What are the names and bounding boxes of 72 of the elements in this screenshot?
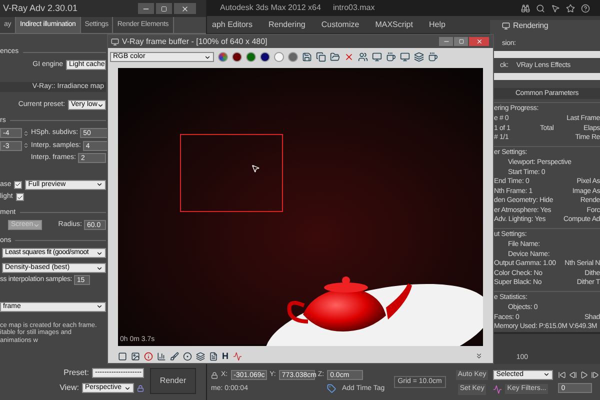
image-icon[interactable] (131, 352, 140, 360)
caret-icon (97, 102, 104, 109)
skip-back-icon[interactable] (558, 371, 566, 379)
monitor-icon[interactable] (372, 52, 382, 62)
menu-item[interactable]: MAXScript (375, 18, 413, 30)
window-icon (111, 38, 119, 46)
step-back-icon[interactable] (569, 371, 578, 379)
close-button[interactable] (469, 37, 489, 46)
file-name: intro03.max (332, 2, 375, 14)
pointer-icon[interactable] (551, 4, 560, 12)
checkbox[interactable] (14, 180, 22, 189)
document-icon[interactable] (209, 352, 218, 360)
toolbar-button[interactable]: H (222, 352, 228, 360)
brush-icon[interactable] (170, 352, 179, 360)
caret-icon (204, 54, 211, 60)
menu-item[interactable]: aph Editors (212, 18, 252, 30)
circle-icon[interactable] (183, 352, 192, 360)
maximize-button[interactable] (156, 3, 172, 14)
help-icon[interactable] (581, 4, 590, 12)
window-title: V-Ray Adv 2.30.01 (3, 2, 78, 15)
window-icon (502, 22, 510, 30)
search-icon[interactable] (536, 4, 545, 12)
caret-icon (543, 371, 550, 378)
menu-item[interactable]: Help (428, 18, 446, 30)
input-field[interactable] (494, 51, 600, 58)
chart-icon[interactable] (157, 352, 166, 360)
lock-icon[interactable] (137, 384, 144, 392)
info-icon[interactable] (144, 352, 153, 360)
maximize-button[interactable] (454, 37, 468, 46)
close-icon (181, 4, 189, 12)
people-icon[interactable] (358, 52, 368, 62)
tag-icon[interactable] (327, 384, 336, 394)
render-button[interactable]: Render (150, 368, 196, 394)
region-rectangle[interactable] (180, 134, 283, 212)
field-label: Preset: (64, 367, 89, 379)
step-forward-icon[interactable] (591, 371, 600, 379)
close-icon (476, 38, 482, 45)
minimize-icon (442, 38, 450, 45)
window-title: Rendering (513, 20, 548, 32)
wave-icon[interactable] (232, 352, 242, 360)
minimize-button[interactable] (138, 3, 154, 14)
layers-icon[interactable] (196, 352, 205, 360)
monitor-icon[interactable] (400, 52, 410, 62)
layers-icon[interactable] (414, 52, 424, 62)
caret-icon (96, 181, 103, 188)
clear-icon[interactable] (344, 52, 354, 62)
folder-icon[interactable] (330, 52, 340, 62)
window-title: V-Ray frame buffer - [100% of 640 x 480] (122, 36, 268, 48)
caret-icon (96, 250, 103, 256)
cursor-icon (251, 164, 260, 173)
input-field[interactable] (494, 73, 600, 80)
checkbox[interactable] (16, 193, 24, 202)
star-icon[interactable] (566, 4, 575, 12)
curve-icon[interactable] (493, 384, 502, 394)
expand-icon[interactable] (475, 352, 483, 360)
maximize-icon (458, 39, 464, 44)
save-icon[interactable] (302, 52, 312, 62)
caret-icon (33, 222, 40, 229)
caret-icon (96, 264, 103, 272)
maximize-icon (161, 6, 167, 12)
app-title: Autodesk 3ds Max 2012 x64 (220, 2, 321, 14)
window-icon[interactable] (118, 352, 127, 360)
caret-icon (124, 384, 131, 392)
binoculars-icon[interactable] (521, 4, 530, 12)
caret-icon (96, 303, 103, 310)
menu-item[interactable]: Customize (321, 18, 360, 30)
menu-item[interactable]: Rendering (268, 18, 306, 30)
play-icon[interactable] (580, 371, 588, 379)
lock-icon[interactable] (211, 372, 218, 379)
close-button[interactable] (174, 3, 196, 14)
copy-icon[interactable] (316, 52, 326, 62)
field-label: View: (60, 382, 79, 394)
